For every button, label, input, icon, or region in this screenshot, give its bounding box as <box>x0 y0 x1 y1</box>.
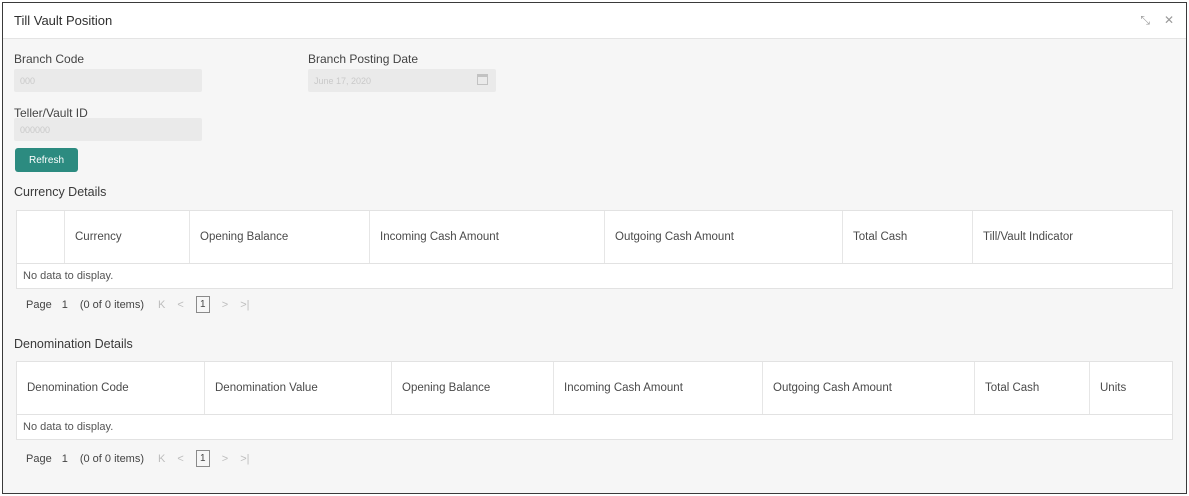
window-controls: ⤡ ✕ <box>1140 14 1174 26</box>
compress-icon[interactable]: ⤡ <box>1140 14 1150 26</box>
currency-empty-message: No data to display. <box>23 270 114 282</box>
denom-col-outgoing[interactable]: Outgoing Cash Amount <box>763 362 975 414</box>
currency-grid-header: Currency Opening Balance Incoming Cash A… <box>17 211 1172 264</box>
branch-code-value: 000 <box>20 76 36 86</box>
main-content: Branch Code 000 Branch Posting Date June… <box>3 40 1186 493</box>
currency-col-opening-balance[interactable]: Opening Balance <box>190 211 370 263</box>
denomination-grid: Denomination Code Denomination Value Ope… <box>16 361 1173 440</box>
denom-col-units[interactable]: Units <box>1090 362 1172 414</box>
till-vault-position-window: Till Vault Position ⤡ ✕ Branch Code 000 … <box>2 2 1187 494</box>
denomination-details-title: Denomination Details <box>14 337 133 351</box>
currency-pager-count: (0 of 0 items) <box>79 298 145 311</box>
currency-col-indicator[interactable]: Till/Vault Indicator <box>973 211 1172 263</box>
denomination-empty-message: No data to display. <box>23 421 114 433</box>
denomination-pager-label: Page <box>26 452 52 465</box>
currency-col-incoming[interactable]: Incoming Cash Amount <box>370 211 605 263</box>
currency-col-currency[interactable]: Currency <box>65 211 190 263</box>
denom-col-value[interactable]: Denomination Value <box>205 362 392 414</box>
posting-date-value: June 17, 2020 <box>314 76 372 86</box>
posting-date-label: Branch Posting Date <box>308 52 419 66</box>
next-page-icon[interactable]: > <box>222 453 228 465</box>
currency-pager-page: 1 <box>61 298 68 311</box>
branch-code-label: Branch Code <box>14 52 85 66</box>
denom-col-code[interactable]: Denomination Code <box>17 362 205 414</box>
teller-vault-field[interactable]: 000000 <box>14 118 202 141</box>
currency-col-select <box>17 211 65 263</box>
currency-pager: Page 1 (0 of 0 items) K < 1 > >| <box>26 296 262 313</box>
window-title: Till Vault Position <box>14 13 113 28</box>
close-icon[interactable]: ✕ <box>1164 14 1174 26</box>
currency-col-total-cash[interactable]: Total Cash <box>843 211 973 263</box>
first-page-icon[interactable]: K <box>158 299 165 311</box>
denomination-grid-header: Denomination Code Denomination Value Ope… <box>17 362 1172 415</box>
currency-grid: Currency Opening Balance Incoming Cash A… <box>16 210 1173 289</box>
denomination-pager-page: 1 <box>61 452 68 465</box>
denomination-current-page[interactable]: 1 <box>195 450 210 467</box>
denom-col-total-cash[interactable]: Total Cash <box>975 362 1090 414</box>
last-page-icon[interactable]: >| <box>240 453 249 465</box>
refresh-button[interactable]: Refresh <box>15 148 78 172</box>
currency-details-title: Currency Details <box>14 185 107 199</box>
denomination-pager: Page 1 (0 of 0 items) K < 1 > >| <box>26 450 262 467</box>
prev-page-icon[interactable]: < <box>177 453 183 465</box>
branch-code-field[interactable]: 000 <box>14 69 202 92</box>
currency-current-page[interactable]: 1 <box>195 296 210 313</box>
denomination-pager-count: (0 of 0 items) <box>79 452 145 465</box>
first-page-icon[interactable]: K <box>158 453 165 465</box>
calendar-icon[interactable] <box>477 74 488 85</box>
prev-page-icon[interactable]: < <box>177 299 183 311</box>
denom-col-incoming[interactable]: Incoming Cash Amount <box>554 362 763 414</box>
denom-col-opening-balance[interactable]: Opening Balance <box>392 362 554 414</box>
currency-col-outgoing[interactable]: Outgoing Cash Amount <box>605 211 843 263</box>
posting-date-field[interactable]: June 17, 2020 <box>308 69 496 92</box>
currency-pager-label: Page <box>26 298 52 311</box>
last-page-icon[interactable]: >| <box>240 299 249 311</box>
next-page-icon[interactable]: > <box>222 299 228 311</box>
title-bar: Till Vault Position ⤡ ✕ <box>3 3 1186 39</box>
teller-vault-value: 000000 <box>20 125 51 135</box>
